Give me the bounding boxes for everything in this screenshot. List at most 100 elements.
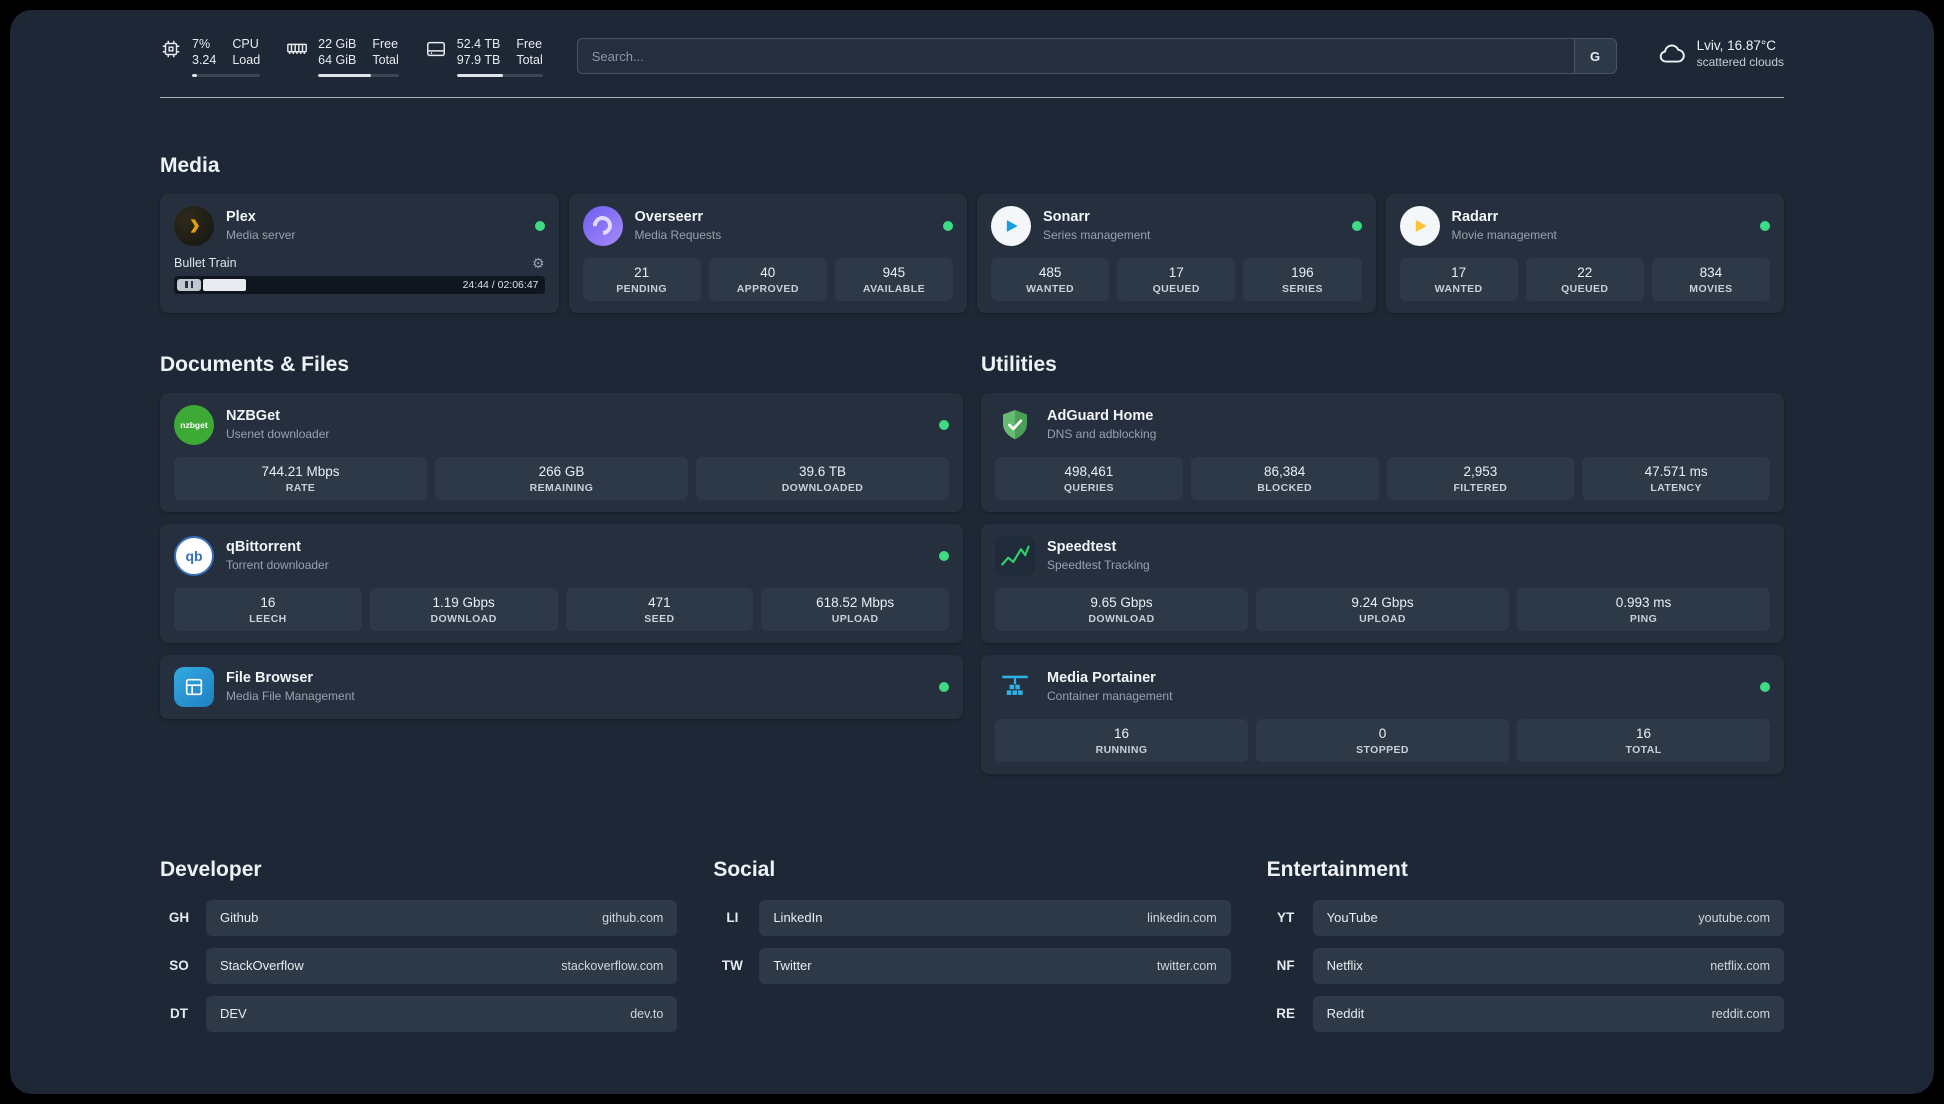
app-name: File Browser bbox=[226, 670, 314, 686]
sonarr-icon bbox=[991, 205, 1031, 246]
stat-label: FILTERED bbox=[1453, 481, 1508, 494]
stat-value: 22 bbox=[1577, 264, 1593, 280]
stat-label: QUERIES bbox=[1063, 481, 1114, 494]
github-abbr-icon: GH bbox=[168, 910, 190, 925]
bookmark-twitter[interactable]: TW Twitter twitter.com bbox=[713, 947, 1231, 984]
stat-value: 16 bbox=[1113, 725, 1130, 741]
stat-box: 17 WANTED bbox=[1399, 257, 1518, 301]
stat-box: 498,461 QUERIES bbox=[995, 456, 1183, 500]
stat-label: AVAILABLE bbox=[862, 282, 925, 295]
section-title-social: Social bbox=[713, 857, 776, 881]
app-card-nzbget[interactable]: nzbget NZBGet Usenet downloader 744.21 M… bbox=[160, 392, 963, 512]
bookmark-dev[interactable]: DT DEV dev.to bbox=[160, 995, 678, 1032]
app-subtitle: Media server bbox=[226, 228, 296, 242]
bookmark-name: StackOverflow bbox=[220, 958, 304, 973]
cpu-value-load: 3.24 bbox=[192, 53, 217, 68]
bookmark-reddit[interactable]: RE Reddit reddit.com bbox=[1267, 995, 1784, 1032]
bookmark-linkedin[interactable]: LI LinkedIn linkedin.com bbox=[713, 899, 1231, 936]
now-playing-title: Bullet Train bbox=[174, 255, 237, 270]
bookmark-url: dev.to bbox=[630, 1006, 664, 1021]
section-title-media: Media bbox=[160, 153, 220, 177]
playback-progressbar[interactable]: 24:44 / 02:06:47 bbox=[174, 275, 545, 294]
stat-box: 47.571 ms LATENCY bbox=[1582, 456, 1770, 500]
stat-value: 196 bbox=[1291, 264, 1314, 280]
ram-icon bbox=[287, 43, 308, 55]
ram-metric: 22 GiB 64 GiB Free Total bbox=[286, 36, 399, 77]
stat-box: 16 RUNNING bbox=[995, 718, 1248, 762]
app-card-speedtest[interactable]: Speedtest Speedtest Tracking 9.65 Gbps D… bbox=[981, 523, 1784, 643]
app-card-portainer[interactable]: Media Portainer Container management 16 … bbox=[981, 654, 1784, 774]
app-name: Radarr bbox=[1451, 209, 1499, 225]
stat-value: 21 bbox=[634, 264, 650, 280]
nzbget-icon: nzbget bbox=[174, 404, 214, 445]
reddit-abbr-icon: RE bbox=[1276, 1006, 1296, 1021]
bookmark-youtube[interactable]: YT YouTube youtube.com bbox=[1267, 899, 1784, 936]
stat-label: UPLOAD bbox=[1359, 612, 1406, 625]
bookmark-name: Netflix bbox=[1326, 958, 1363, 973]
app-name: Sonarr bbox=[1043, 209, 1090, 225]
cpu-metric: 7% 3.24 CPU Load bbox=[160, 36, 261, 77]
bookmark-name: DEV bbox=[220, 1006, 247, 1021]
app-card-radarr[interactable]: Radarr Movie management 17 WANTED 22 QUE… bbox=[1385, 193, 1784, 313]
bookmark-netflix[interactable]: NF Netflix netflix.com bbox=[1267, 947, 1784, 984]
app-card-overseerr[interactable]: Overseerr Media Requests 21 PENDING 40 A… bbox=[568, 193, 967, 313]
bookmark-url: twitter.com bbox=[1156, 958, 1217, 973]
section-title-utilities: Utilities bbox=[981, 352, 1057, 376]
stat-box: 945 AVAILABLE bbox=[834, 257, 954, 301]
app-subtitle: Container management bbox=[1047, 689, 1173, 703]
stat-value: 47.571 ms bbox=[1644, 463, 1708, 479]
stat-value: 498,461 bbox=[1064, 463, 1114, 479]
dev-abbr-icon: DT bbox=[170, 1006, 188, 1021]
bookmark-github[interactable]: GH Github github.com bbox=[160, 899, 678, 936]
overseerr-icon bbox=[582, 205, 623, 246]
app-card-qbittorrent[interactable]: qb qBittorrent Torrent downloader 16 LEE… bbox=[160, 523, 963, 643]
gear-icon[interactable]: ⚙ bbox=[532, 256, 545, 270]
app-card-adguard[interactable]: AdGuard Home DNS and adblocking 498,461 … bbox=[981, 392, 1784, 512]
stat-label: DOWNLOAD bbox=[430, 612, 497, 625]
stat-label: WANTED bbox=[1434, 282, 1483, 295]
dashboard-panel: 7% 3.24 CPU Load 22 GiB 64 GiB Free Tota… bbox=[10, 10, 1934, 1094]
stat-box: 834 MOVIES bbox=[1651, 257, 1771, 301]
status-dot bbox=[1351, 220, 1362, 231]
stat-label: REMAINING bbox=[529, 481, 594, 494]
stat-box: 40 APPROVED bbox=[708, 257, 827, 301]
bookmark-name: Reddit bbox=[1326, 1006, 1365, 1021]
stat-value: 744.21 Mbps bbox=[261, 463, 340, 479]
stat-value: 9.24 Gbps bbox=[1351, 594, 1414, 610]
stat-label: BLOCKED bbox=[1257, 481, 1312, 494]
ram-total-value: 64 GiB bbox=[318, 53, 357, 68]
plex-now-playing: Bullet Train ⚙ 24:44 / 02:06:47 bbox=[174, 256, 545, 294]
stackoverflow-abbr-icon: SO bbox=[169, 958, 189, 973]
disk-metric: 52.4 TB 97.9 TB Free Total bbox=[425, 36, 543, 77]
stat-box: 266 GB REMAINING bbox=[435, 456, 688, 500]
app-subtitle: Movie management bbox=[1451, 228, 1557, 242]
weather-location: Lviv, 16.87°C bbox=[1696, 38, 1777, 53]
stat-value: 9.65 Gbps bbox=[1090, 594, 1153, 610]
bookmark-stackoverflow[interactable]: SO StackOverflow stackoverflow.com bbox=[160, 947, 678, 984]
search-bar: G bbox=[576, 38, 1617, 74]
app-card-plex[interactable]: Plex Media server Bullet Train ⚙ 24:44 /… bbox=[160, 193, 559, 313]
stat-label: DOWNLOAD bbox=[1088, 612, 1155, 625]
pause-icon[interactable] bbox=[177, 278, 201, 291]
section-title-developer: Developer bbox=[160, 857, 262, 881]
ram-usage-bar bbox=[318, 73, 399, 77]
search-engine-button[interactable]: G bbox=[1573, 39, 1616, 73]
app-name: Overseerr bbox=[634, 209, 704, 225]
stat-label: QUEUED bbox=[1152, 282, 1200, 295]
ram-free-value: 22 GiB bbox=[318, 37, 357, 51]
stat-box: 1.19 Gbps DOWNLOAD bbox=[369, 587, 558, 631]
section-title-entertainment: Entertainment bbox=[1266, 857, 1408, 881]
stat-label: RATE bbox=[285, 481, 316, 494]
search-input[interactable] bbox=[576, 38, 1617, 74]
weather-widget[interactable]: Lviv, 16.87°C scattered clouds bbox=[1657, 38, 1784, 69]
topbar: 7% 3.24 CPU Load 22 GiB 64 GiB Free Tota… bbox=[160, 36, 1784, 77]
bookmark-name: YouTube bbox=[1326, 910, 1378, 925]
app-name: Speedtest bbox=[1047, 539, 1117, 555]
app-card-filebrowser[interactable]: File Browser Media File Management bbox=[160, 654, 963, 719]
app-card-sonarr[interactable]: Sonarr Series management 485 WANTED 17 Q… bbox=[977, 193, 1376, 313]
stat-box: 9.24 Gbps UPLOAD bbox=[1256, 587, 1509, 631]
stat-label: SEED bbox=[644, 612, 675, 625]
stat-label: APPROVED bbox=[736, 282, 799, 295]
stat-box: 21 PENDING bbox=[582, 257, 701, 301]
stat-label: UPLOAD bbox=[831, 612, 879, 625]
